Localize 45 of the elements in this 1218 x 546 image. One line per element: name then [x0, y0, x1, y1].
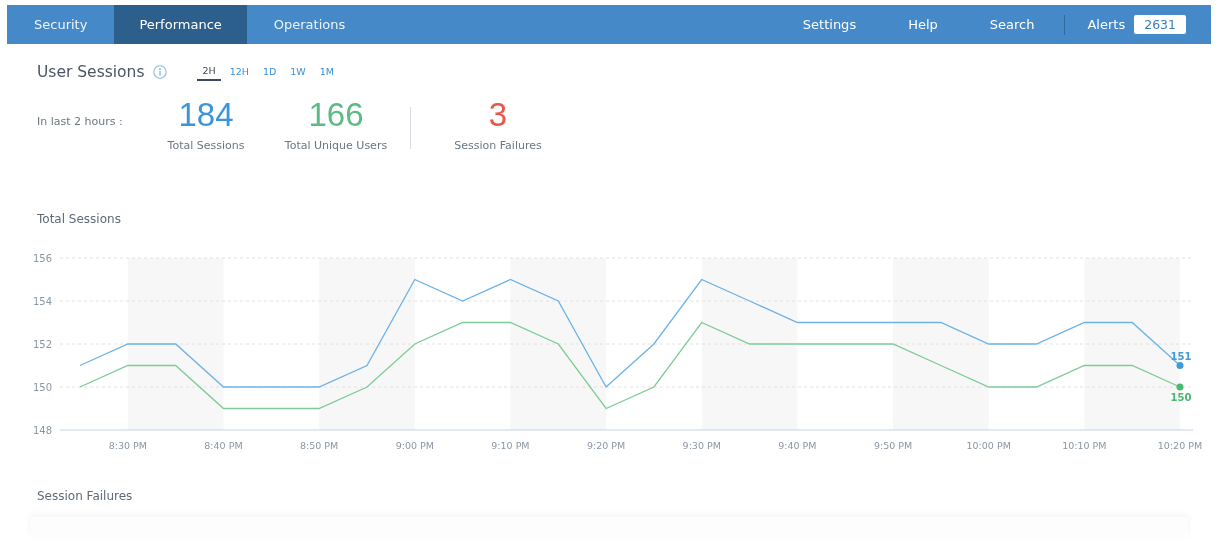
period-label: In last 2 hours :	[37, 115, 124, 128]
section-title: User Sessions	[37, 63, 145, 81]
x-tick-label: 8:40 PM	[204, 440, 243, 451]
x-tick-label: 9:30 PM	[682, 440, 721, 451]
time-range-tab[interactable]: 1W	[285, 63, 311, 81]
x-tick-label: 9:10 PM	[491, 440, 530, 451]
time-range-tab[interactable]: 1M	[314, 63, 339, 81]
x-tick-label: 8:50 PM	[300, 440, 339, 451]
alerts-count-badge[interactable]: 2631	[1134, 15, 1186, 34]
stat-label: Total Unique Users	[284, 139, 388, 152]
nav-tab[interactable]: Operations	[246, 5, 373, 44]
y-tick-label: 152	[33, 339, 53, 350]
nav-tab[interactable]: Security	[7, 5, 115, 44]
stat-value: 166	[308, 95, 364, 135]
nav-link[interactable]: Search	[989, 17, 1035, 32]
section-title: Session Failures	[37, 489, 134, 503]
y-tick-label: 150	[33, 382, 53, 393]
data-label: 151	[1170, 350, 1192, 362]
y-tick-label: 148	[33, 425, 53, 436]
y-tick-label: 154	[33, 296, 53, 307]
x-tick-label: 8:30 PM	[108, 440, 147, 451]
nav-tab[interactable]: Performance	[114, 5, 247, 44]
info-icon[interactable]	[153, 65, 168, 79]
x-tick-label: 9:00 PM	[395, 440, 434, 451]
nav-link[interactable]: Settings	[802, 17, 857, 32]
x-tick-label: 10:00 PM	[966, 440, 1011, 451]
x-tick-label: 9:40 PM	[778, 440, 817, 451]
stat-value: 3	[488, 95, 508, 135]
chart-title: Total Sessions	[37, 212, 122, 226]
y-tick-label: 156	[33, 253, 53, 264]
alerts-label: Alerts	[1087, 17, 1126, 32]
data-point	[1176, 383, 1184, 391]
x-tick-label: 10:20 PM	[1157, 440, 1203, 451]
data-point	[1176, 362, 1184, 369]
x-tick-label: 9:20 PM	[586, 440, 626, 451]
stat-label: Session Failures	[454, 139, 542, 152]
time-range-tab[interactable]: 12H	[224, 63, 254, 81]
x-tick-label: 9:50 PM	[873, 440, 913, 451]
stat-label: Total Sessions	[167, 139, 245, 152]
stat-value: 184	[178, 95, 234, 135]
time-range-tab[interactable]: 2H	[197, 63, 221, 81]
nav-link[interactable]: Help	[908, 17, 938, 32]
data-label: 150	[1170, 392, 1192, 403]
x-tick-label: 10:10 PM	[1062, 440, 1107, 451]
time-range-tab[interactable]: 1D	[257, 63, 282, 81]
